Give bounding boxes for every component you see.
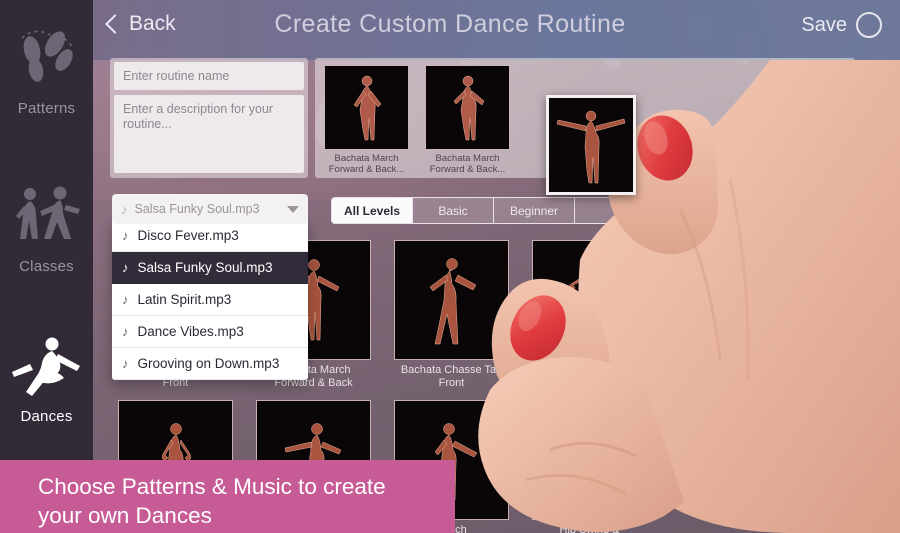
sidebar-item-label: Dances <box>20 408 73 425</box>
pattern-card[interactable]: Bachata Chasse Tap Back <box>532 240 647 390</box>
instruction-banner: Choose Patterns & Music to create your o… <box>0 460 455 533</box>
ballerina-icon <box>0 330 93 408</box>
routine-description-input[interactable]: Enter a description for your routine... <box>114 95 304 173</box>
chevron-down-icon <box>287 205 299 213</box>
pattern-card[interactable]: Bachata Chasse Tap Front <box>394 240 509 390</box>
music-option[interactable]: ♪ Disco Fever.mp3 <box>112 220 308 252</box>
music-note-icon: ♪ <box>122 324 129 339</box>
music-option-selected[interactable]: ♪ Salsa Funky Soul.mp3 <box>112 252 308 284</box>
tab-advanced[interactable]: Advanced <box>656 198 736 223</box>
music-dropdown-list[interactable]: ♪ Disco Fever.mp3 ♪ Salsa Funky Soul.mp3… <box>112 220 308 380</box>
tab-all-levels[interactable]: All Levels <box>332 198 413 223</box>
tab-basic[interactable]: Basic <box>413 198 494 223</box>
dancers-pair-icon <box>0 180 93 258</box>
dancer-figure-icon <box>445 73 491 143</box>
pattern-thumbnail <box>532 400 647 520</box>
music-option-label: Salsa Funky Soul.mp3 <box>137 260 273 275</box>
music-option-label: Disco Fever.mp3 <box>137 228 239 243</box>
music-option-label: Dance Vibes.mp3 <box>137 324 244 339</box>
music-option[interactable]: ♪ Latin Spirit.mp3 <box>112 284 308 316</box>
dance-category-list: Bachata Bollywood Burlesque Freestyle <box>774 246 884 402</box>
timeline-caption: Bachata March Forward & Back... <box>429 153 506 175</box>
level-filter-tabs[interactable]: All Levels Basic Beginner Advanced <box>331 197 737 224</box>
banner-line-1: Choose Patterns & Music to create <box>38 474 386 499</box>
routine-name-input[interactable]: Enter routine name <box>114 62 304 90</box>
timeline-item[interactable]: Bachata March Forward & Back... <box>324 65 409 175</box>
timeline-caption: Bachata March Forward & Back... <box>328 153 405 175</box>
search-placeholder: Search <box>780 202 820 217</box>
app-root: Patterns Classes Dances Back Create Cust… <box>0 0 900 533</box>
save-button[interactable]: Save <box>801 12 882 38</box>
music-option[interactable]: ♪ Dance Vibes.mp3 <box>112 316 308 348</box>
dancer-figure-icon <box>559 255 621 345</box>
category-item[interactable]: Bollywood <box>774 285 884 300</box>
pattern-caption: Bachata Chasse Tap Front <box>400 364 503 389</box>
save-label: Save <box>801 13 847 36</box>
dancer-figure-icon <box>344 73 390 143</box>
dancer-figure-icon <box>554 104 628 186</box>
circle-icon <box>856 12 882 38</box>
tab-beginner[interactable]: Beginner <box>494 198 575 223</box>
timeline-item[interactable]: Bachata March Forward & Back... <box>425 65 510 175</box>
sidebar-item-classes[interactable]: Classes <box>0 180 93 275</box>
music-selected-value: Salsa Funky Soul.mp3 <box>134 202 260 216</box>
routine-form: Enter routine name Enter a description f… <box>110 58 308 178</box>
pattern-caption: Bachata Chasse Tap Back <box>538 364 641 389</box>
page-title: Create Custom Dance Routine <box>274 10 626 38</box>
sidebar: Patterns Classes Dances <box>0 0 93 533</box>
music-option[interactable]: ♪ Grooving on Down.mp3 <box>112 348 308 380</box>
instruction-banner-text: Choose Patterns & Music to create your o… <box>38 472 438 530</box>
banner-line-2: your own Dances <box>38 503 212 528</box>
timeline-thumbnail <box>425 65 510 150</box>
sidebar-item-dances[interactable]: Dances <box>0 330 93 425</box>
sidebar-item-label: Patterns <box>17 100 76 117</box>
music-note-icon: ♪ <box>122 292 129 307</box>
pattern-card[interactable]: Hip Swing & <box>532 400 647 533</box>
music-note-icon: ♪ <box>122 228 129 243</box>
dancer-figure-icon <box>565 420 615 500</box>
music-select[interactable]: ♪ Salsa Funky Soul.mp3 <box>112 194 308 224</box>
search-icon <box>762 204 773 215</box>
pattern-thumbnail <box>394 240 509 360</box>
dragged-pattern-thumbnail[interactable] <box>546 95 636 195</box>
tab-hidden[interactable] <box>575 198 656 223</box>
timeline-thumbnail <box>324 65 409 150</box>
music-note-icon: ♪ <box>122 356 129 371</box>
music-note-icon: ♪ <box>122 260 129 275</box>
music-option-label: Grooving on Down.mp3 <box>137 356 280 371</box>
category-item[interactable]: Burlesque <box>774 324 884 339</box>
category-item[interactable]: Bachata <box>774 246 884 261</box>
music-option-label: Latin Spirit.mp3 <box>137 292 232 307</box>
music-note-icon: ♪ <box>121 201 128 217</box>
sidebar-item-label: Classes <box>19 258 74 275</box>
pattern-thumbnail <box>532 240 647 360</box>
dancer-figure-icon <box>422 255 482 345</box>
category-item[interactable]: Freestyle <box>774 363 884 378</box>
search-field[interactable]: Search <box>752 197 884 222</box>
pattern-caption: Hip Swing & <box>559 524 620 533</box>
